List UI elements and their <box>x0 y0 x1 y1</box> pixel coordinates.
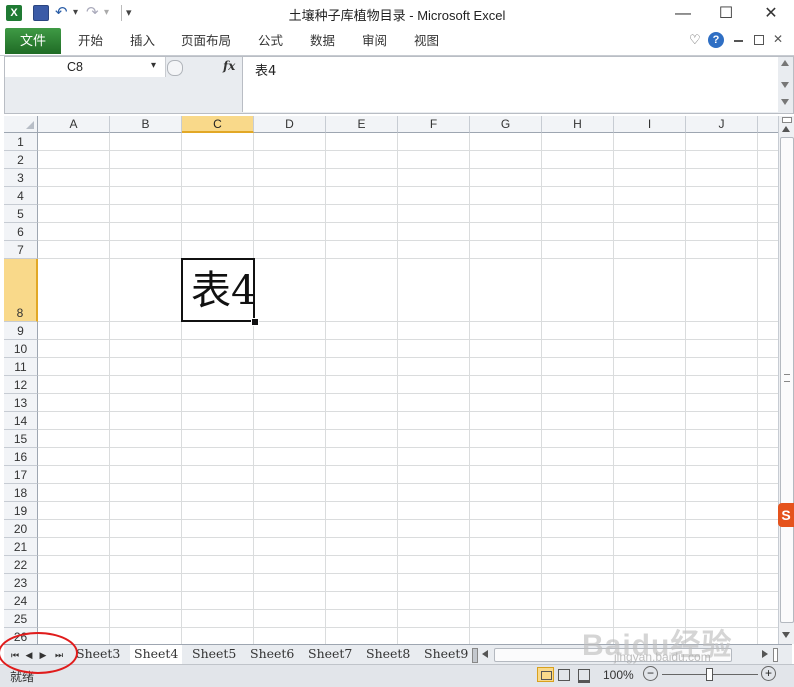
formula-scroll-down-icon[interactable] <box>781 82 789 88</box>
normal-view-icon[interactable] <box>537 667 554 682</box>
formula-scroll-up-icon[interactable] <box>781 60 789 66</box>
row-header-4[interactable]: 4 <box>4 187 38 205</box>
row-header-5[interactable]: 5 <box>4 205 38 223</box>
zoom-level[interactable]: 100% <box>603 668 634 682</box>
workbook-minimize-icon[interactable] <box>734 40 743 42</box>
sheet-tab-sheet4[interactable]: Sheet4 <box>130 645 183 666</box>
expand-formula-bar-icon[interactable] <box>781 99 789 105</box>
row-header-12[interactable]: 12 <box>4 376 38 394</box>
side-badge-icon[interactable]: S <box>778 503 794 527</box>
insert-function-icon[interactable]: fx <box>223 59 235 73</box>
row-header-16[interactable]: 16 <box>4 448 38 466</box>
split-box-icon[interactable] <box>782 117 792 123</box>
close-button[interactable]: ✕ <box>748 0 794 27</box>
row-header-25[interactable]: 25 <box>4 610 38 628</box>
sheet-tab-sheet6[interactable]: Sheet6 <box>246 645 298 664</box>
page-layout-view-icon[interactable] <box>558 669 570 681</box>
sheet-tab-sheet9[interactable]: Sheet9 <box>420 645 472 664</box>
title-bar: X ↶ ▾ ↷ ▾ ▾ 土壤种子库植物目录 - Microsoft Excel … <box>0 0 794 28</box>
formula-bar: C8 ▾ fx 表4 <box>4 56 794 114</box>
row-header-2[interactable]: 2 <box>4 151 38 169</box>
formula-bar-splitter[interactable] <box>167 60 183 76</box>
sheet-tab-sheet3[interactable]: Sheet3 <box>72 645 124 664</box>
select-all-corner[interactable] <box>4 116 38 133</box>
minimize-ribbon-icon[interactable]: ♡ <box>689 32 701 48</box>
row-header-11[interactable]: 11 <box>4 358 38 376</box>
row-header-10[interactable]: 10 <box>4 340 38 358</box>
row-header-14[interactable]: 14 <box>4 412 38 430</box>
column-header-b[interactable]: B <box>110 116 182 133</box>
watermark-url: jingyan.baidu.com <box>614 650 711 664</box>
maximize-button[interactable]: ☐ <box>703 0 749 27</box>
active-cell-c8[interactable] <box>181 258 255 322</box>
fill-handle[interactable] <box>251 318 259 326</box>
zoom-in-button[interactable]: + <box>761 666 776 681</box>
tab-insert[interactable]: 插入 <box>130 27 155 55</box>
row-header-24[interactable]: 24 <box>4 592 38 610</box>
row-header-20[interactable]: 20 <box>4 520 38 538</box>
workbook-close-icon[interactable]: ✕ <box>773 32 783 46</box>
column-header-i[interactable]: I <box>614 116 686 133</box>
row-header-17[interactable]: 17 <box>4 466 38 484</box>
tab-page-layout[interactable]: 页面布局 <box>181 27 231 55</box>
formula-input-value: 表4 <box>255 64 277 79</box>
column-header-j[interactable]: J <box>686 116 758 133</box>
annotation-circle <box>0 632 78 674</box>
hsplit-box-icon[interactable] <box>773 648 778 662</box>
row-header-7[interactable]: 7 <box>4 241 38 259</box>
sheet-tab-sheet8[interactable]: Sheet8 <box>362 645 414 664</box>
hscroll-left-icon[interactable] <box>482 650 488 658</box>
column-header-c[interactable]: C <box>182 116 254 133</box>
row-header-23[interactable]: 23 <box>4 574 38 592</box>
row-header-21[interactable]: 21 <box>4 538 38 556</box>
tab-formulas[interactable]: 公式 <box>258 27 283 55</box>
row-header-19[interactable]: 19 <box>4 502 38 520</box>
tab-split-handle[interactable] <box>472 648 478 663</box>
zoom-out-button[interactable]: − <box>643 666 658 681</box>
column-header-d[interactable]: D <box>254 116 326 133</box>
hscroll-right-icon[interactable] <box>762 650 768 658</box>
row-header-6[interactable]: 6 <box>4 223 38 241</box>
page-break-view-icon[interactable] <box>578 669 590 683</box>
name-box[interactable]: C8 ▾ <box>5 57 166 77</box>
column-header-g[interactable]: G <box>470 116 542 133</box>
row-header-18[interactable]: 18 <box>4 484 38 502</box>
column-header-h[interactable]: H <box>542 116 614 133</box>
tab-view[interactable]: 视图 <box>414 27 439 55</box>
tab-review[interactable]: 审阅 <box>362 27 387 55</box>
row-header-9[interactable]: 9 <box>4 322 38 340</box>
formula-input[interactable]: 表4 <box>242 57 778 112</box>
row-header-8[interactable]: 8 <box>4 259 38 322</box>
row-header-3[interactable]: 3 <box>4 169 38 187</box>
vertical-scrollbar[interactable] <box>778 116 794 644</box>
column-header-a[interactable]: A <box>38 116 110 133</box>
column-header-k[interactable] <box>758 116 778 133</box>
column-header-e[interactable]: E <box>326 116 398 133</box>
minimize-button[interactable]: — <box>660 0 706 27</box>
scroll-up-icon[interactable] <box>782 126 790 132</box>
scroll-grip-icon <box>784 374 790 382</box>
column-header-f[interactable]: F <box>398 116 470 133</box>
sheet-tab-sheet7[interactable]: Sheet7 <box>304 645 356 664</box>
name-box-value: C8 <box>67 60 83 74</box>
scroll-down-icon[interactable] <box>782 632 790 638</box>
workbook-restore-icon[interactable] <box>754 35 764 45</box>
row-header-22[interactable]: 22 <box>4 556 38 574</box>
row-header-13[interactable]: 13 <box>4 394 38 412</box>
tab-home[interactable]: 开始 <box>78 27 103 55</box>
zoom-slider-thumb[interactable] <box>706 668 713 681</box>
name-box-dropdown-icon[interactable]: ▾ <box>151 60 156 71</box>
tab-data[interactable]: 数据 <box>310 27 335 55</box>
ribbon-tabs: 文件 开始 插入 页面布局 公式 数据 审阅 视图 ♡ ? ✕ <box>0 27 794 56</box>
scroll-thumb[interactable] <box>780 137 794 623</box>
worksheet-grid[interactable]: A B C D E F G H I J 1 2 3 4 5 6 7 8 9 10… <box>4 116 778 644</box>
row-header-1[interactable]: 1 <box>4 133 38 151</box>
help-icon[interactable]: ? <box>708 32 724 48</box>
row-header-15[interactable]: 15 <box>4 430 38 448</box>
status-bar: 就绪 100% − + <box>0 664 794 687</box>
tab-file[interactable]: 文件 <box>5 28 61 54</box>
sheet-tab-sheet5[interactable]: Sheet5 <box>188 645 240 664</box>
